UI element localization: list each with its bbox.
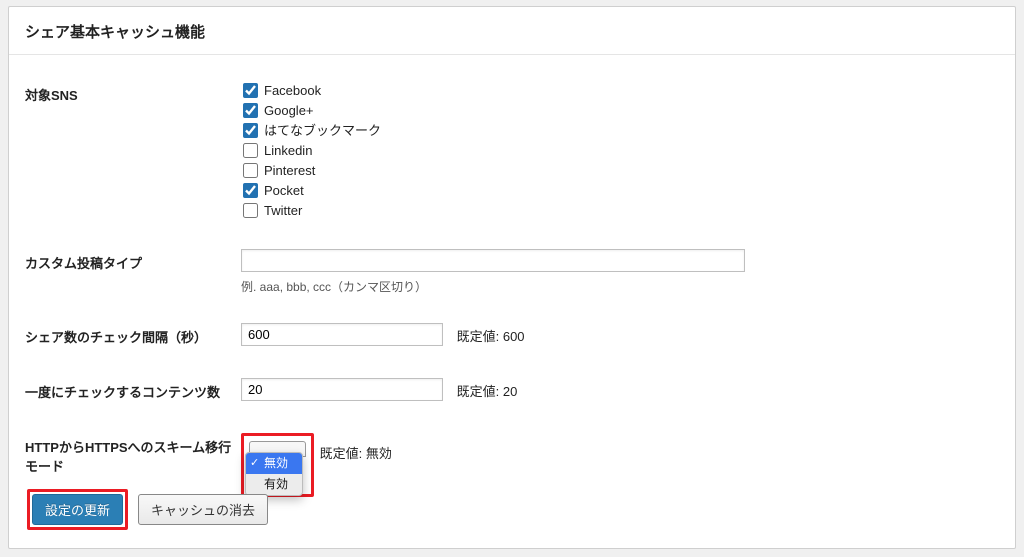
sns-checkbox[interactable] xyxy=(243,163,258,178)
update-button-highlight: 設定の更新 xyxy=(27,489,128,530)
sns-option[interactable]: Linkedin xyxy=(241,141,1003,161)
batch-count-default: 既定値: 20 xyxy=(457,384,518,399)
sns-option[interactable]: はてなブックマーク xyxy=(241,121,1003,141)
check-interval-label: シェア数のチェック間隔（秒） xyxy=(25,309,241,364)
sns-checkbox[interactable] xyxy=(243,83,258,98)
custom-post-type-help: 例. aaa, bbb, ccc（カンマ区切り） xyxy=(241,278,1003,295)
update-settings-button[interactable]: 設定の更新 xyxy=(32,494,123,525)
scheme-mode-option-label: 無効 xyxy=(264,456,288,470)
check-interval-input[interactable] xyxy=(241,323,443,346)
scheme-mode-select[interactable]: ✓無効有効 xyxy=(241,433,314,497)
sns-checkbox[interactable] xyxy=(243,103,258,118)
sns-checkbox[interactable] xyxy=(243,123,258,138)
check-interval-default: 既定値: 600 xyxy=(457,329,525,344)
custom-post-type-label: カスタム投稿タイプ xyxy=(25,235,241,309)
sns-option-label: Pinterest xyxy=(264,163,315,178)
sns-checkbox[interactable] xyxy=(243,203,258,218)
scheme-mode-default: 既定値: 無効 xyxy=(320,443,392,462)
checkmark-icon: ✓ xyxy=(250,456,259,471)
sns-option-label: Google+ xyxy=(264,103,314,118)
sns-checkbox[interactable] xyxy=(243,183,258,198)
sns-checkbox[interactable] xyxy=(243,143,258,158)
sns-option-label: Pocket xyxy=(264,183,304,198)
form-table: 対象SNS Facebook Google+ はてなブックマーク Linkedin Pi… xyxy=(25,67,1009,511)
sns-option-label: はてなブックマーク xyxy=(264,123,381,138)
form-body: 対象SNS Facebook Google+ はてなブックマーク Linkedin Pi… xyxy=(9,55,1015,511)
sns-option-label: Facebook xyxy=(264,83,321,98)
scheme-mode-option[interactable]: ✓ 無効 xyxy=(246,453,302,474)
panel-title: シェア基本キャッシュ機能 xyxy=(25,21,999,42)
settings-panel: シェア基本キャッシュ機能 対象SNS Facebook Google+ はてなブック… xyxy=(8,6,1016,549)
sns-option[interactable]: Pinterest xyxy=(241,161,1003,181)
sns-option-label: Linkedin xyxy=(264,143,312,158)
sns-option[interactable]: Twitter xyxy=(241,201,1003,221)
sns-checkbox-list: Facebook Google+ はてなブックマーク Linkedin Pinteres… xyxy=(241,81,1003,221)
button-row: 設定の更新 キャッシュの消去 xyxy=(27,489,268,530)
panel-header: シェア基本キャッシュ機能 xyxy=(9,7,1015,55)
batch-count-input[interactable] xyxy=(241,378,443,401)
batch-count-label: 一度にチェックするコンテンツ数 xyxy=(25,364,241,419)
sns-option[interactable]: Pocket xyxy=(241,181,1003,201)
target-sns-label: 対象SNS xyxy=(25,67,241,235)
sns-option[interactable]: Google+ xyxy=(241,101,1003,121)
sns-option[interactable]: Facebook xyxy=(241,81,1003,101)
sns-option-label: Twitter xyxy=(264,203,302,218)
custom-post-type-input[interactable] xyxy=(241,249,745,272)
clear-cache-button[interactable]: キャッシュの消去 xyxy=(138,494,268,525)
